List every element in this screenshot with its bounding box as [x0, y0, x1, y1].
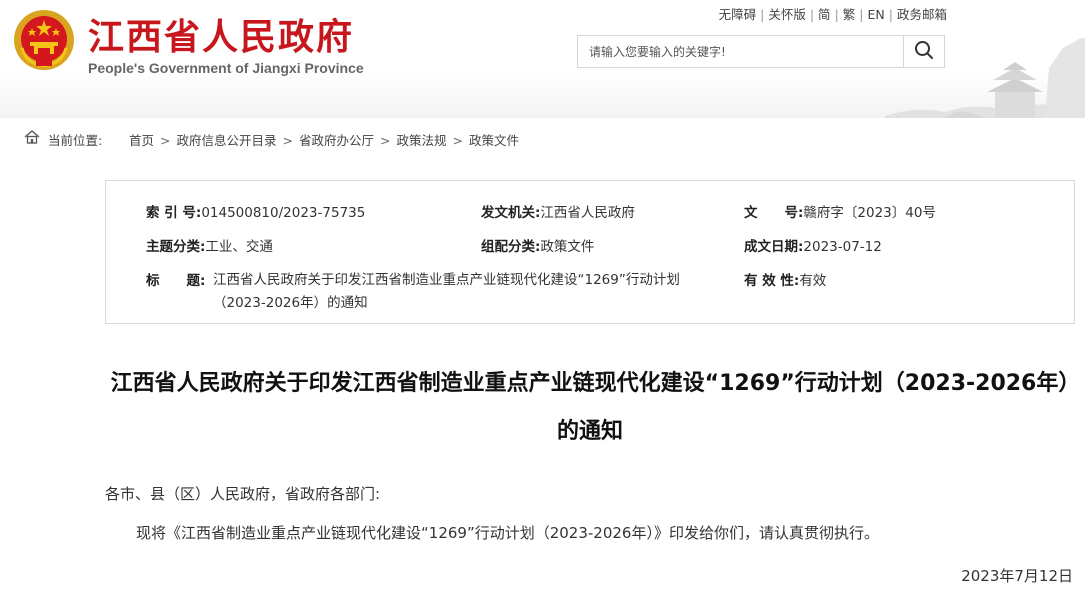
breadcrumb-policy-documents[interactable]: 政策文件 [469, 133, 519, 148]
breadcrumb-home[interactable]: 首页 [129, 133, 154, 148]
divider: | [859, 7, 864, 22]
meta-key: 组配分类: [481, 239, 541, 255]
accessibility-link[interactable]: 无障碍 [719, 7, 757, 22]
chevron-right-icon: > [452, 133, 463, 148]
english-link[interactable]: EN [868, 7, 885, 22]
divider: | [834, 7, 839, 22]
meta-key: 主题分类: [146, 239, 206, 255]
chevron-right-icon: > [282, 133, 293, 148]
document-metadata-box: 索 引 号:014500810/2023-75735 发文机关:江西省人民政府 … [105, 180, 1075, 324]
meta-value: 江西省人民政府 [540, 205, 635, 221]
meta-index-no: 索 引 号:014500810/2023-75735 [146, 201, 365, 221]
divider: | [760, 7, 765, 22]
meta-value: 工业、交通 [205, 239, 273, 255]
meta-value: 有效 [799, 273, 827, 289]
meta-title-value: 江西省人民政府关于印发江西省制造业重点产业链现代化建设“1269”行动计划（20… [213, 272, 680, 311]
meta-value: 2023-07-12 [803, 239, 882, 255]
divider: | [809, 7, 815, 22]
meta-key: 有 效 性: [744, 273, 800, 289]
chevron-right-icon: > [160, 133, 171, 148]
meta-key: 成文日期: [744, 239, 804, 255]
meta-title-key: 标 题: [146, 269, 205, 289]
divider: | [888, 7, 893, 22]
site-title[interactable]: 江西省人民政府 [88, 8, 354, 60]
meta-value: 赣府字〔2023〕40号 [803, 205, 936, 221]
meta-key: 标 题: [146, 273, 206, 289]
meta-value: 政策文件 [540, 239, 595, 255]
document-salutation: 各市、县（区）人民政府，省政府各部门: [105, 485, 381, 503]
meta-date: 成文日期:2023-07-12 [744, 235, 882, 255]
meta-validity: 有 效 性:有效 [744, 269, 826, 289]
document-date: 2023年7月12日 [961, 567, 1073, 585]
top-links: 无障碍 | 关怀版 | 简 | 繁 | EN | 政务邮箱 [719, 4, 947, 23]
traditional-chinese-link[interactable]: 繁 [843, 7, 856, 22]
meta-category: 组配分类:政策文件 [481, 235, 594, 255]
site-subtitle: People's Government of Jiangxi Province [88, 60, 364, 76]
home-icon [24, 130, 40, 144]
meta-theme: 主题分类:工业、交通 [146, 235, 273, 255]
meta-value: 014500810/2023-75735 [201, 205, 366, 221]
meta-issuer: 发文机关:江西省人民政府 [481, 201, 635, 221]
search-input[interactable] [578, 36, 904, 67]
meta-key: 索 引 号: [146, 205, 202, 221]
breadcrumb-info-directory[interactable]: 政府信息公开目录 [177, 133, 277, 148]
simplified-chinese-link[interactable]: 简 [818, 7, 831, 22]
meta-doc-no: 文 号:赣府字〔2023〕40号 [744, 201, 936, 221]
pavilion-scenery-decoration [885, 38, 1085, 118]
breadcrumb-policy-regulations[interactable]: 政策法规 [397, 133, 447, 148]
breadcrumb-label: 当前位置: [48, 133, 103, 148]
meta-key: 发文机关: [481, 205, 541, 221]
site-header: 江西省人民政府 People's Government of Jiangxi P… [0, 0, 1085, 118]
care-mode-link[interactable]: 关怀版 [768, 7, 806, 22]
meta-key: 文 号: [744, 205, 804, 221]
chevron-right-icon: > [380, 133, 391, 148]
document-body-paragraph: 现将《江西省制造业重点产业链现代化建设“1269”行动计划（2023-2026年… [136, 524, 879, 542]
breadcrumb-general-office[interactable]: 省政府办公厅 [299, 133, 374, 148]
gov-mail-link[interactable]: 政务邮箱 [897, 7, 947, 22]
national-emblem-icon [14, 10, 74, 70]
breadcrumb: 当前位置: 首页 > 政府信息公开目录 > 省政府办公厅 > 政策法规 > 政策文件 [0, 118, 1085, 158]
breadcrumb-items: 首页 > 政府信息公开目录 > 省政府办公厅 > 政策法规 > 政策文件 [129, 130, 519, 149]
document-title: 江西省人民政府关于印发江西省制造业重点产业链现代化建设“1269”行动计划（20… [110, 371, 1070, 444]
